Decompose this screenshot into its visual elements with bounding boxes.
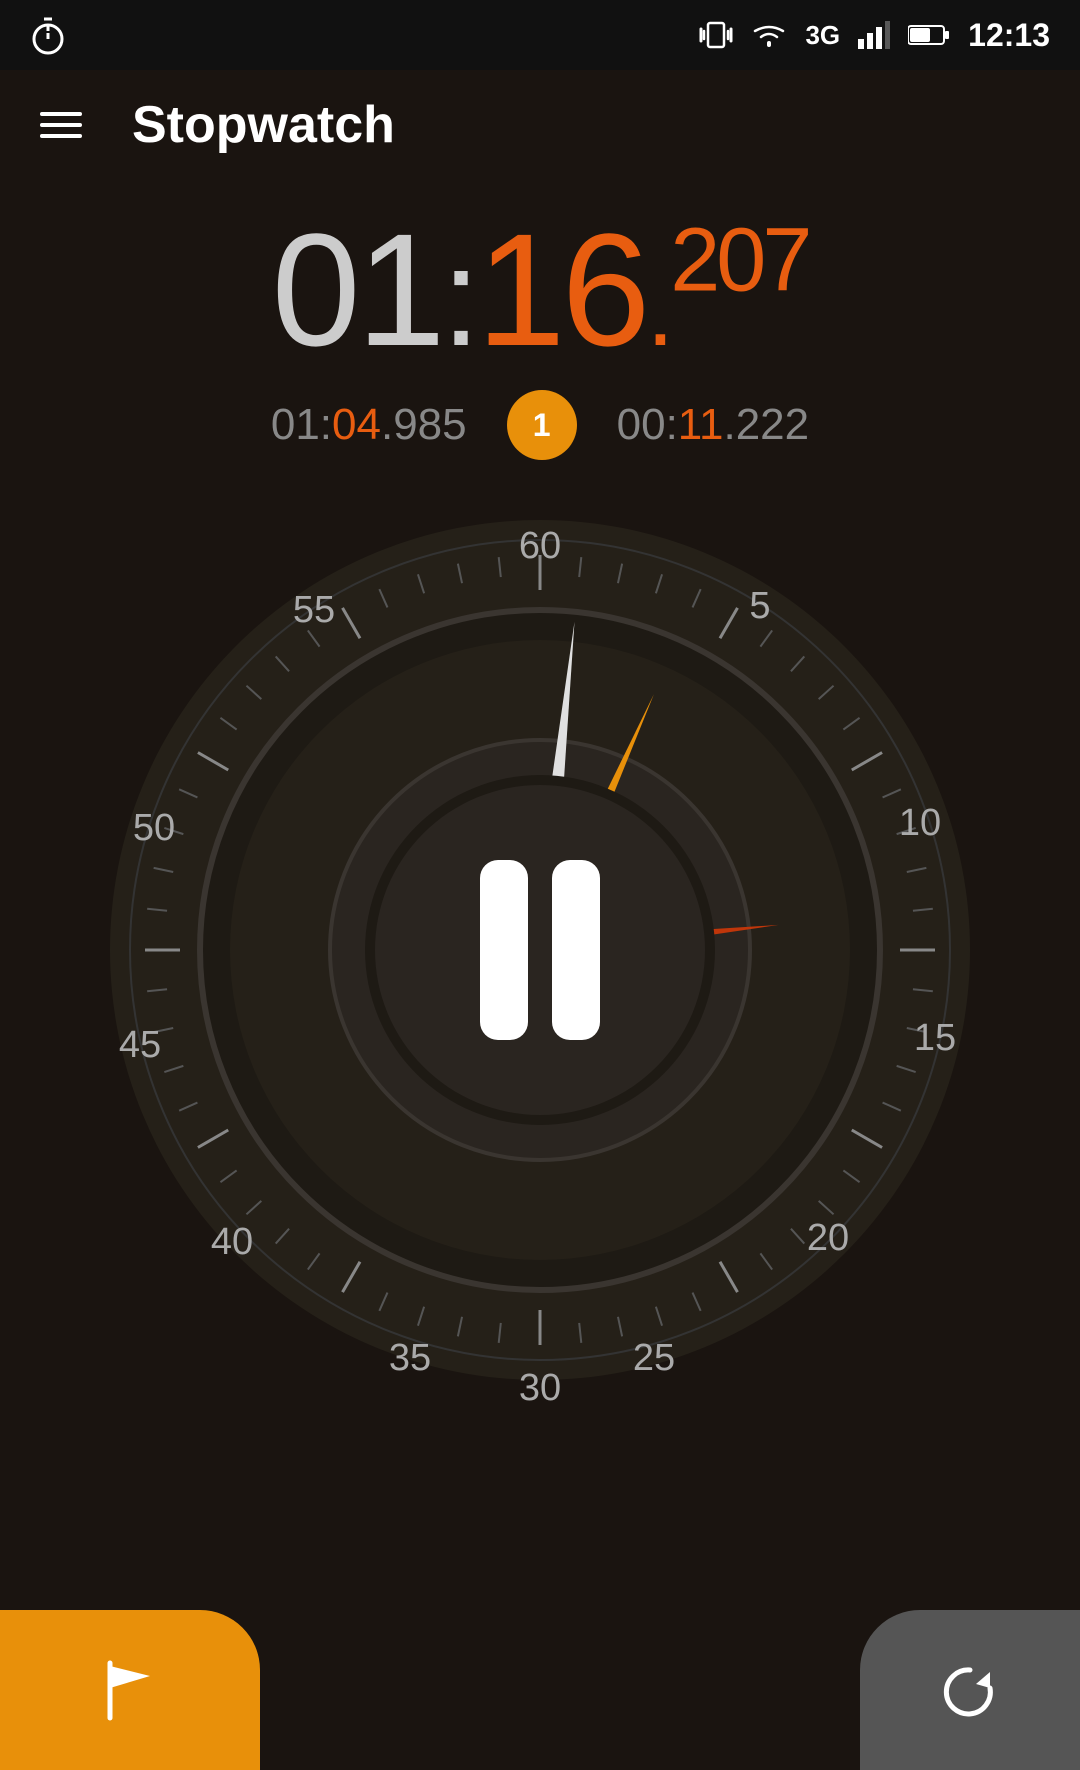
svg-text:50: 50 — [133, 807, 175, 849]
flag-icon — [98, 1658, 163, 1723]
wifi-icon — [751, 21, 787, 49]
status-right: 3G 12:13 — [699, 17, 1050, 54]
svg-text:40: 40 — [211, 1221, 253, 1263]
timer-millis: 207 — [670, 211, 808, 311]
svg-text:60: 60 — [519, 525, 561, 567]
bottom-bar — [0, 1610, 1080, 1770]
svg-text:30: 30 — [519, 1367, 561, 1409]
svg-text:55: 55 — [293, 589, 335, 631]
signal-icon — [858, 21, 890, 49]
lap-badge: 1 — [507, 390, 577, 460]
svg-text:35: 35 — [389, 1337, 431, 1379]
lap-left-time: 01:04.985 — [271, 400, 467, 450]
timer-display: 01:16.207 — [0, 180, 1080, 380]
status-left — [30, 15, 66, 55]
battery-icon — [908, 24, 950, 46]
app-header: Stopwatch — [0, 70, 1080, 180]
svg-text:45: 45 — [119, 1024, 161, 1066]
dial-svg: 60 5 10 15 20 25 30 35 40 45 50 55 1 — [80, 490, 1000, 1410]
status-time: 12:13 — [968, 17, 1050, 54]
svg-text:20: 20 — [807, 1217, 849, 1259]
app-title: Stopwatch — [132, 95, 395, 155]
lap-right-time: 00:11.222 — [617, 400, 810, 450]
svg-text:10: 10 — [899, 802, 941, 844]
vibrate-icon — [699, 18, 733, 52]
lap-info-row: 01:04.985 1 00:11.222 — [0, 390, 1080, 460]
timer-minutes: 01 — [272, 200, 442, 379]
reset-button[interactable] — [860, 1610, 1080, 1770]
reset-icon — [938, 1658, 1003, 1723]
network-label: 3G — [805, 20, 840, 51]
stopwatch-status-icon — [30, 15, 66, 55]
timer-seconds: 16 — [476, 200, 646, 379]
lap-button[interactable] — [0, 1610, 260, 1770]
svg-text:15: 15 — [914, 1017, 956, 1059]
svg-text:25: 25 — [633, 1337, 675, 1379]
svg-text:5: 5 — [749, 585, 770, 627]
main-timer: 01:16.207 — [0, 210, 1080, 370]
hamburger-menu[interactable] — [40, 112, 82, 138]
stopwatch-dial: 60 5 10 15 20 25 30 35 40 45 50 55 1 — [0, 490, 1080, 1410]
status-bar: 3G 12:13 — [0, 0, 1080, 70]
